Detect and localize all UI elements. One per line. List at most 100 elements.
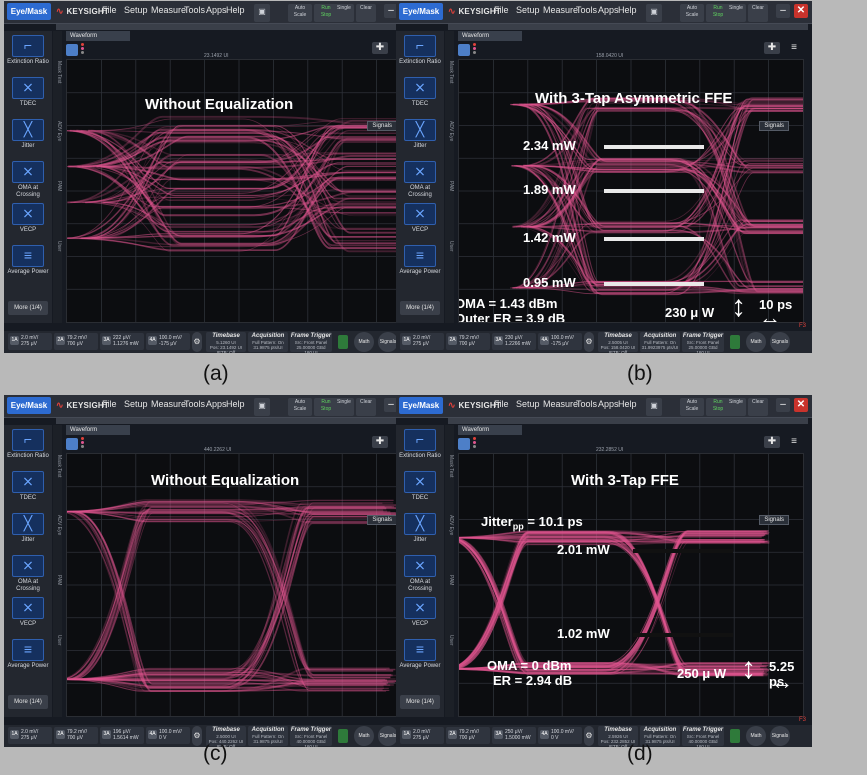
- menu-apps[interactable]: Apps: [206, 399, 227, 409]
- sidebar-item-tdec[interactable]: ⨯ TDEC: [6, 471, 50, 502]
- layout-toggle-icon[interactable]: [66, 438, 78, 450]
- acquisition-box[interactable]: Acquisition Full Pattern: On 31.9923975 pt…: [640, 332, 680, 352]
- add-icon[interactable]: ✚: [764, 436, 780, 448]
- settings-gear-icon[interactable]: ⚙: [192, 332, 202, 352]
- vertical-tab-mask-test[interactable]: Mask Test: [53, 61, 62, 83]
- sidebar-item-average-power[interactable]: ≡ Average Power: [398, 245, 442, 276]
- menu-help[interactable]: Help: [618, 5, 637, 15]
- eye-diagram-display[interactable]: Signals Without Equalization: [66, 453, 412, 717]
- add-icon[interactable]: ✚: [372, 42, 388, 54]
- timebase-box[interactable]: Timebase 5.1260 UI Pos: 23.1492 UI IFTB: Of…: [206, 332, 246, 353]
- more-button[interactable]: More (1/4): [400, 301, 440, 315]
- channel-4a-box[interactable]: 4A 100.0 mV/-175 μV: [538, 333, 582, 350]
- menu-icon[interactable]: ≡: [788, 436, 800, 448]
- minimize-icon[interactable]: –: [776, 4, 790, 18]
- menu-file[interactable]: File: [494, 5, 509, 15]
- toolbar-auto-scale-button[interactable]: Auto Scale: [288, 398, 312, 416]
- sidebar-item-extinction-ratio[interactable]: ⌐ Extinction Ratio: [398, 429, 442, 460]
- signals-dropdown[interactable]: Signals: [367, 515, 397, 525]
- tab-waveform[interactable]: Waveform: [458, 425, 522, 435]
- frame-trigger-box[interactable]: Frame Trigger Src: Front Panel 40.00000 GB…: [290, 726, 332, 747]
- sidebar-item-jitter[interactable]: ╳ Jitter: [6, 513, 50, 544]
- signals-dropdown[interactable]: Signals: [367, 121, 397, 131]
- tab-waveform[interactable]: Waveform: [66, 425, 130, 435]
- more-button[interactable]: More (1/4): [8, 301, 48, 315]
- sidebar-item-oma-at-crossing[interactable]: ⨯ OMA at Crossing: [6, 161, 50, 199]
- more-button[interactable]: More (1/4): [8, 695, 48, 709]
- sidebar-item-average-power[interactable]: ≡ Average Power: [6, 639, 50, 670]
- menu-tools[interactable]: Tools: [184, 399, 205, 409]
- vertical-tab-adv-eye[interactable]: ADV Eye: [445, 515, 454, 535]
- vertical-tab-user[interactable]: User: [53, 241, 62, 252]
- settings-gear-icon[interactable]: ⚙: [584, 726, 594, 746]
- menu-apps[interactable]: Apps: [206, 5, 227, 15]
- sidebar-item-jitter[interactable]: ╳ Jitter: [398, 513, 442, 544]
- more-button[interactable]: More (1/4): [400, 695, 440, 709]
- sidebar-item-extinction-ratio[interactable]: ⌐ Extinction Ratio: [6, 429, 50, 460]
- menu-measure[interactable]: Measure: [151, 5, 186, 15]
- sidebar-item-jitter[interactable]: ╳ Jitter: [398, 119, 442, 150]
- lock-icon[interactable]: [338, 729, 348, 743]
- menu-apps[interactable]: Apps: [598, 5, 619, 15]
- toolbar-single-button[interactable]: Single: [726, 4, 746, 22]
- timebase-box[interactable]: Timebase 2.5005 UI Pos: 158.0420 UI IFTB: O…: [598, 332, 638, 353]
- toolbar-auto-scale-button[interactable]: Auto Scale: [680, 4, 704, 22]
- vertical-tab-adv-eye[interactable]: ADV Eye: [53, 515, 62, 535]
- vertical-tab-pam[interactable]: PAM: [445, 181, 454, 191]
- toolbar-auto-scale-button[interactable]: Auto Scale: [680, 398, 704, 416]
- channel-1a-box[interactable]: 1A 2.0 mV/275 μV: [8, 333, 52, 350]
- menu-help[interactable]: Help: [226, 399, 245, 409]
- vertical-tab-pam[interactable]: PAM: [445, 575, 454, 585]
- menu-icon[interactable]: ≡: [788, 42, 800, 54]
- sidebar-item-vecp[interactable]: ⨯ VECP: [398, 597, 442, 628]
- toolbar-single-button[interactable]: Single: [334, 4, 354, 22]
- menu-file[interactable]: File: [494, 399, 509, 409]
- acquisition-box[interactable]: Acquisition Full Pattern: On 31.9875 pts/U…: [248, 332, 288, 352]
- menu-tools[interactable]: Tools: [576, 399, 597, 409]
- channel-2a-box[interactable]: 2A 79.2 mV/700 μV: [446, 333, 490, 350]
- menu-setup[interactable]: Setup: [124, 5, 148, 15]
- sidebar-item-extinction-ratio[interactable]: ⌐ Extinction Ratio: [398, 35, 442, 66]
- menu-apps[interactable]: Apps: [598, 399, 619, 409]
- channel-1a-box[interactable]: 1A 2.0 mV/275 μV: [400, 727, 444, 744]
- vertical-tab-pam[interactable]: PAM: [53, 181, 62, 191]
- lock-icon[interactable]: [730, 729, 740, 743]
- sidebar-item-oma-at-crossing[interactable]: ⨯ OMA at Crossing: [398, 555, 442, 593]
- channel-4a-box[interactable]: 4A 100.0 mV/-175 μV: [146, 333, 190, 350]
- eye-diagram-display[interactable]: Signals With 3-Tap Asymmetric FFE 2.34 mW 1…: [458, 59, 804, 323]
- close-icon[interactable]: ✕: [794, 398, 808, 412]
- sidebar-item-tdec[interactable]: ⨯ TDEC: [398, 471, 442, 502]
- eye-mask-button[interactable]: Eye/Mask: [399, 397, 443, 414]
- channel-3a-box[interactable]: 3A 222 μV/1.1276 mW: [100, 333, 144, 350]
- sidebar-item-oma-at-crossing[interactable]: ⨯ OMA at Crossing: [398, 161, 442, 199]
- add-icon[interactable]: ✚: [372, 436, 388, 448]
- signals-dropdown[interactable]: Signals: [759, 515, 789, 525]
- sidebar-item-extinction-ratio[interactable]: ⌐ Extinction Ratio: [6, 35, 50, 66]
- camera-icon[interactable]: ▣: [254, 4, 270, 22]
- lock-icon[interactable]: [338, 335, 348, 349]
- sidebar-item-vecp[interactable]: ⨯ VECP: [6, 597, 50, 628]
- vertical-tab-mask-test[interactable]: Mask Test: [445, 455, 454, 477]
- toolbar-single-button[interactable]: Single: [726, 398, 746, 416]
- camera-icon[interactable]: ▣: [254, 398, 270, 416]
- channel-3a-box[interactable]: 3A 196 μV/1.5614 mW: [100, 727, 144, 744]
- tab-waveform[interactable]: Waveform: [66, 31, 130, 41]
- vertical-tab-adv-eye[interactable]: ADV Eye: [53, 121, 62, 141]
- vertical-tab-user[interactable]: User: [445, 635, 454, 646]
- math-button[interactable]: Math: [354, 726, 374, 746]
- toolbar-clear-button[interactable]: Clear: [356, 4, 376, 22]
- settings-gear-icon[interactable]: ⚙: [584, 332, 594, 352]
- eye-diagram-display[interactable]: Signals Without Equalization: [66, 59, 412, 323]
- channel-2a-box[interactable]: 2A 79.2 mV/700 μV: [54, 333, 98, 350]
- menu-file[interactable]: File: [102, 399, 117, 409]
- math-button[interactable]: Math: [746, 726, 766, 746]
- frame-trigger-box[interactable]: Frame Trigger Src: Front Panel 25.00000 GB…: [682, 332, 724, 353]
- frame-trigger-box[interactable]: Frame Trigger Src: Front Panel 25.00000 GB…: [290, 332, 332, 353]
- menu-setup[interactable]: Setup: [516, 399, 540, 409]
- eye-mask-button[interactable]: Eye/Mask: [399, 3, 443, 20]
- signals-button[interactable]: Signals: [770, 332, 790, 352]
- menu-file[interactable]: File: [102, 5, 117, 15]
- add-icon[interactable]: ✚: [764, 42, 780, 54]
- toolbar-clear-button[interactable]: Clear: [748, 4, 768, 22]
- sidebar-item-vecp[interactable]: ⨯ VECP: [398, 203, 442, 234]
